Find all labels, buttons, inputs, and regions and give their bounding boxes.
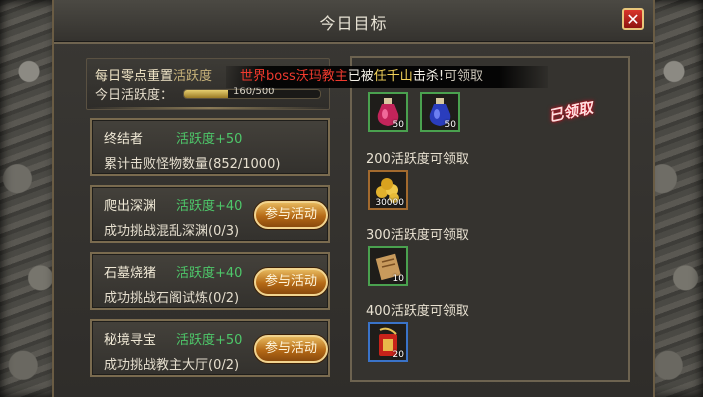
task-points: 活跃度+50 <box>176 132 243 147</box>
rewards-panel: 50 50 已领取 200活跃度可领取 30000 300活跃度可领取 10 4… <box>350 56 630 382</box>
task-points: 活跃度+50 <box>176 333 243 348</box>
join-activity-button[interactable]: 参与活动 <box>254 268 328 296</box>
broadcast-text: 世界boss <box>240 69 296 84</box>
window-title: 今日目标 <box>319 14 388 33</box>
task-description: 成功挑战混乱深渊(0/3) <box>104 224 240 239</box>
task-item: 爬出深渊 活跃度+40 成功挑战混乱深渊(0/3) 参与活动 <box>90 185 330 243</box>
item-quantity: 50 <box>444 120 456 130</box>
task-name: 秘境寻宝 <box>104 333 157 348</box>
broadcast-text: 击杀! <box>412 69 445 84</box>
join-activity-button[interactable]: 参与活动 <box>254 335 328 363</box>
tasks-panel: 每日零点重置活跃度 今日活跃度： 160/500 终结者 活跃度+50 累计击败… <box>86 56 331 382</box>
task-description: 成功挑战石阁试炼(0/2) <box>104 291 240 306</box>
item-quantity: 50 <box>392 120 404 130</box>
broadcast-boss-name: 沃玛教主 <box>295 69 348 84</box>
task-item: 终结者 活跃度+50 累计击败怪物数量(852/1000) <box>90 118 330 176</box>
task-item: 石墓烧猪 活跃度+40 成功挑战石阁试炼(0/2) 参与活动 <box>90 252 330 310</box>
reward-item[interactable]: 10 <box>368 246 408 286</box>
close-button[interactable]: ✕ <box>622 8 644 30</box>
broadcast-player-name: 任千山 <box>373 69 413 84</box>
reset-highlight: 活跃度 <box>173 69 213 84</box>
reward-tier-header: 300活跃度可领取 <box>366 228 469 243</box>
reward-item[interactable]: 20 <box>368 322 408 362</box>
task-points: 活跃度+40 <box>176 266 243 281</box>
task-item: 秘境寻宝 活跃度+50 成功挑战教主大厅(0/2) 参与活动 <box>90 319 330 377</box>
reward-item[interactable]: 30000 <box>368 170 408 210</box>
activity-progress-fill <box>184 90 228 98</box>
item-quantity: 30000 <box>375 198 404 208</box>
broadcast-text: 已被 <box>347 69 374 84</box>
task-name: 终结者 <box>104 132 144 147</box>
join-activity-button[interactable]: 参与活动 <box>254 201 328 229</box>
task-description: 累计击败怪物数量(852/1000) <box>104 157 281 172</box>
task-description: 成功挑战教主大厅(0/2) <box>104 358 240 373</box>
reward-item[interactable]: 50 <box>420 92 460 132</box>
daily-goals-window: 今日目标 ✕ 每日零点重置活跃度 今日活跃度： 160/500 终结者 活跃度+… <box>52 0 655 397</box>
reset-text: 每日零点重置 <box>95 69 174 84</box>
reward-tier-header: 400活跃度可领取 <box>366 304 469 319</box>
claimed-stamp: 已领取 <box>546 98 595 126</box>
item-quantity: 10 <box>392 274 404 284</box>
title-bar: 今日目标 ✕ <box>54 0 653 44</box>
reward-item[interactable]: 50 <box>368 92 408 132</box>
task-name: 石墓烧猪 <box>104 266 157 281</box>
reward-tier-header: 200活跃度可领取 <box>366 152 469 167</box>
task-points: 活跃度+40 <box>176 199 243 214</box>
activity-label: 今日活跃度： <box>95 88 174 103</box>
left-ornament <box>0 0 58 397</box>
world-broadcast: 世界boss沃玛教主已被任千山击杀!可领取 <box>226 66 548 88</box>
reset-notice: 每日零点重置活跃度 <box>95 65 212 84</box>
broadcast-trailing-text: 可领取 <box>444 69 484 84</box>
task-name: 爬出深渊 <box>104 199 157 214</box>
item-quantity: 20 <box>392 350 404 360</box>
divider <box>87 107 331 109</box>
